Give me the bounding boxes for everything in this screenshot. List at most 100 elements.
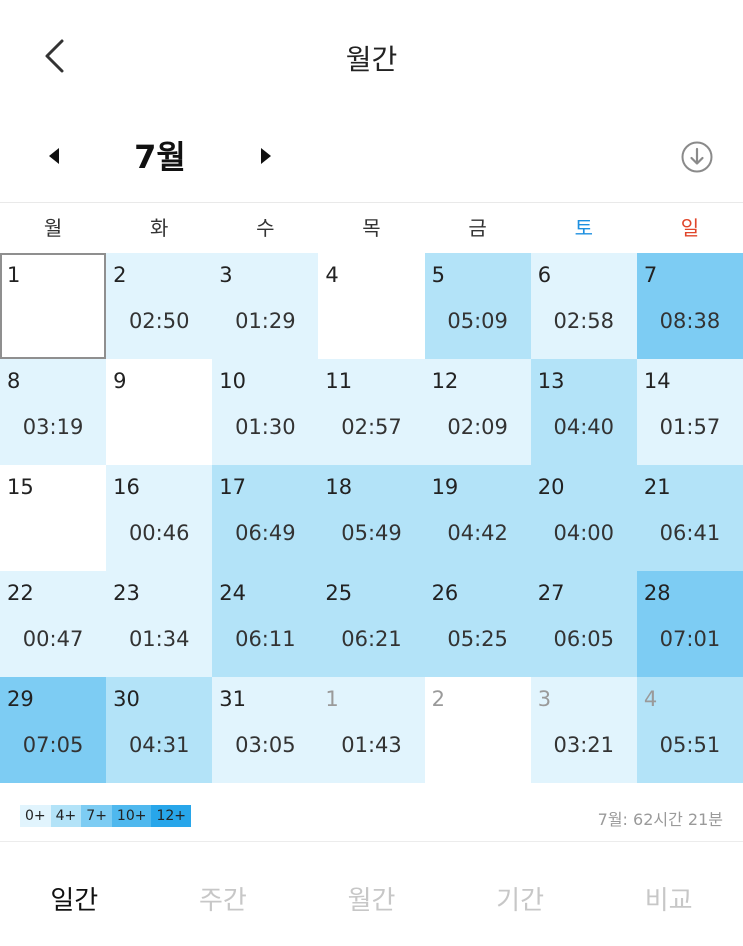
day-cell[interactable]: 26 05:25 <box>424 571 531 677</box>
triangle-left-icon <box>49 148 59 164</box>
day-cell[interactable]: 1 <box>0 253 107 359</box>
day-cell[interactable]: 17 06:49 <box>212 465 319 571</box>
day-usage-time: 07:05 <box>22 733 84 757</box>
day-cell[interactable]: 2 02:50 <box>106 253 213 359</box>
day-usage-time: 05:51 <box>659 733 721 757</box>
day-usage-time: 04:40 <box>553 415 615 439</box>
day-number: 18 <box>325 475 353 499</box>
month-label: 7월 <box>134 138 186 176</box>
day-usage-time: 06:11 <box>235 627 296 651</box>
day-cell[interactable]: 10 01:30 <box>212 359 319 465</box>
day-number: 30 <box>113 687 140 711</box>
intensity-legend: 0+ 4+ 7+ 10+ 12+ <box>20 805 192 827</box>
day-cell[interactable]: 23 01:34 <box>106 571 213 677</box>
day-cell[interactable]: 14 01:57 <box>636 359 743 465</box>
day-number: 4 <box>325 263 339 287</box>
day-number: 29 <box>7 687 34 711</box>
day-usage-time: 08:38 <box>659 309 721 333</box>
day-cell[interactable]: 1 01:43 <box>318 677 425 783</box>
bottom-tab-bar: 일간 주간 월간 기간 비교 <box>0 856 743 938</box>
day-number: 28 <box>643 581 671 605</box>
day-cell[interactable]: 15 <box>0 465 107 571</box>
day-number: 10 <box>219 369 247 393</box>
day-cell[interactable]: 13 04:40 <box>530 359 637 465</box>
day-cell[interactable]: 6 02:58 <box>530 253 637 359</box>
day-cell[interactable]: 5 05:09 <box>424 253 531 359</box>
day-cell[interactable]: 8 03:19 <box>0 359 107 465</box>
weekday-label: 화 <box>150 216 169 240</box>
day-cell[interactable]: 19 04:42 <box>424 465 531 571</box>
day-cell[interactable]: 9 <box>106 359 213 465</box>
day-number: 26 <box>431 581 459 605</box>
day-number: 2 <box>113 263 127 287</box>
day-cell[interactable]: 3 01:29 <box>212 253 319 359</box>
day-number: 5 <box>431 263 445 287</box>
day-number: 9 <box>113 369 127 393</box>
day-usage-time: 05:09 <box>447 309 508 333</box>
weekday-label: 토 <box>574 216 593 240</box>
top-bar: 월간 <box>0 0 743 110</box>
calendar-grid: 1 2 02:50 3 01:29 4 5 05:09 6 02:58 7 08:38 8 03:19 9 1… <box>0 253 743 783</box>
day-number: 6 <box>537 263 552 287</box>
day-cell[interactable]: 16 00:46 <box>106 465 213 571</box>
day-cell[interactable]: 4 05:51 <box>636 677 743 783</box>
day-cell[interactable]: 18 05:49 <box>318 465 425 571</box>
day-number: 27 <box>537 581 565 605</box>
day-usage-time: 01:29 <box>235 309 296 333</box>
day-usage-time: 07:01 <box>659 627 721 651</box>
next-month-button[interactable] <box>246 136 286 176</box>
day-cell[interactable]: 29 07:05 <box>0 677 107 783</box>
day-usage-time: 05:49 <box>341 521 402 545</box>
day-usage-time: 03:21 <box>553 733 615 757</box>
weekday-label: 월 <box>43 216 63 240</box>
tab-item[interactable]: 비교 <box>594 856 743 938</box>
day-number: 31 <box>219 687 247 711</box>
day-cell[interactable]: 21 06:41 <box>636 465 743 571</box>
day-number: 23 <box>113 581 140 605</box>
day-usage-time: 01:34 <box>128 627 190 651</box>
day-cell[interactable]: 25 06:21 <box>318 571 425 677</box>
weekday-header: 월화수목금토일 <box>0 202 743 254</box>
legend-item: 7+ <box>81 805 112 827</box>
day-cell[interactable]: 2 <box>424 677 531 783</box>
day-cell[interactable]: 7 08:38 <box>636 253 743 359</box>
day-cell[interactable]: 27 06:05 <box>530 571 637 677</box>
day-cell[interactable]: 20 04:00 <box>530 465 637 571</box>
day-cell[interactable]: 31 03:05 <box>212 677 319 783</box>
day-cell[interactable]: 4 <box>318 253 425 359</box>
day-number: 16 <box>113 475 140 499</box>
day-cell[interactable]: 28 07:01 <box>636 571 743 677</box>
download-button[interactable] <box>678 138 716 176</box>
day-cell[interactable]: 11 02:57 <box>318 359 425 465</box>
weekday-label: 수 <box>256 216 275 240</box>
day-cell[interactable]: 22 00:47 <box>0 571 107 677</box>
day-cell[interactable]: 24 06:11 <box>212 571 319 677</box>
day-usage-time: 02:09 <box>447 415 508 439</box>
day-cell[interactable]: 3 03:21 <box>530 677 637 783</box>
divider <box>0 841 743 842</box>
download-circle-icon <box>681 141 713 173</box>
day-number: 22 <box>7 581 34 605</box>
day-usage-time: 01:57 <box>659 415 721 439</box>
day-number: 3 <box>537 687 552 711</box>
tab-item[interactable]: 일간 <box>0 856 149 938</box>
day-number: 11 <box>325 369 353 393</box>
tab-item[interactable]: 주간 <box>149 856 298 938</box>
day-number: 1 <box>7 263 21 287</box>
month-navigator: 7월 <box>0 118 743 196</box>
day-number: 15 <box>7 475 34 499</box>
weekday-label: 금 <box>468 216 487 240</box>
page-title: 월간 <box>345 43 398 76</box>
day-cell[interactable]: 12 02:09 <box>424 359 531 465</box>
day-usage-time: 02:50 <box>128 309 190 333</box>
day-usage-time: 06:21 <box>341 627 402 651</box>
prev-month-button[interactable] <box>34 136 74 176</box>
day-cell[interactable]: 30 04:31 <box>106 677 213 783</box>
day-usage-time: 06:49 <box>235 521 296 545</box>
legend-item: 0+ <box>20 805 51 827</box>
day-number: 21 <box>643 475 671 499</box>
tab-item[interactable]: 기간 <box>446 856 595 938</box>
day-number: 25 <box>325 581 353 605</box>
tab-item[interactable]: 월간 <box>297 856 446 938</box>
day-usage-time: 04:42 <box>447 521 508 545</box>
